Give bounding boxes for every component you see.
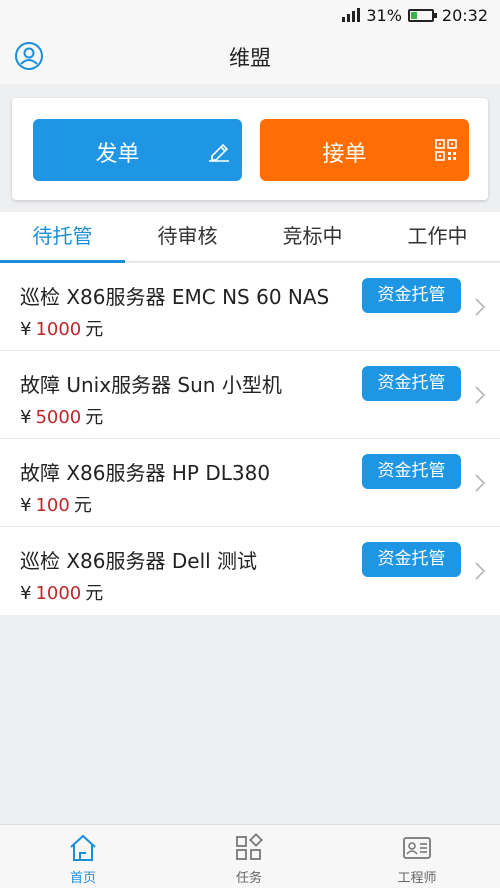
nav-tasks[interactable]: 任务 bbox=[166, 825, 332, 888]
take-order-label: 接单 bbox=[322, 142, 367, 167]
price-unit: 元 bbox=[85, 319, 104, 340]
nav-label: 首页 bbox=[69, 871, 96, 886]
app-header: 维盟 bbox=[0, 30, 500, 84]
order-price: ¥5000 元 bbox=[20, 403, 103, 429]
currency-symbol: ¥ bbox=[20, 319, 32, 340]
escrow-button[interactable]: 资金托管 bbox=[362, 366, 461, 401]
status-indicators: 31% 20:32 bbox=[342, 5, 488, 25]
post-order-label: 发单 bbox=[95, 142, 140, 167]
pencil-icon bbox=[209, 143, 229, 162]
order-title: 巡检 X86服务器 EMC NS 60 NAS bbox=[20, 285, 330, 309]
order-item[interactable]: 巡检 X86服务器 Dell 测试 ¥1000 元 资金托管 bbox=[0, 527, 500, 615]
order-price: ¥100 元 bbox=[20, 491, 92, 517]
tab-label: 待审核 bbox=[157, 224, 218, 248]
signal-icon bbox=[342, 8, 361, 22]
price-unit: 元 bbox=[73, 495, 92, 516]
tasks-icon bbox=[236, 833, 263, 860]
battery-icon bbox=[407, 8, 437, 22]
chevron-right-icon bbox=[475, 298, 486, 316]
tab-label: 工作中 bbox=[407, 224, 468, 248]
order-item[interactable]: 巡检 X86服务器 EMC NS 60 NAS ¥1000 元 资金托管 bbox=[0, 263, 500, 351]
action-card: 发单 接单 bbox=[12, 98, 488, 200]
order-status-tabs: 待托管 待审核 竞标中 工作中 bbox=[0, 212, 500, 263]
scan-icon bbox=[435, 139, 457, 161]
tab-bidding[interactable]: 竞标中 bbox=[250, 212, 375, 262]
order-price: ¥1000 元 bbox=[20, 315, 103, 341]
order-title: 故障 Unix服务器 Sun 小型机 bbox=[20, 373, 282, 397]
chevron-right-icon bbox=[475, 562, 486, 580]
order-title: 故障 X86服务器 HP DL380 bbox=[20, 461, 271, 485]
battery-percent: 31% bbox=[366, 5, 402, 25]
escrow-button[interactable]: 资金托管 bbox=[362, 454, 461, 489]
nav-engineer[interactable]: 工程师 bbox=[334, 825, 500, 888]
escrow-button[interactable]: 资金托管 bbox=[362, 542, 461, 577]
engineer-card-icon bbox=[403, 837, 431, 859]
order-title: 巡检 X86服务器 Dell 测试 bbox=[20, 549, 258, 573]
chevron-right-icon bbox=[475, 386, 486, 404]
tab-pending-escrow[interactable]: 待托管 bbox=[0, 212, 125, 263]
price-amount: 1000 bbox=[35, 319, 82, 340]
currency-symbol: ¥ bbox=[20, 407, 32, 428]
page-title: 维盟 bbox=[229, 46, 271, 70]
price-amount: 100 bbox=[35, 495, 70, 516]
nav-home[interactable]: 首页 bbox=[0, 825, 166, 888]
nav-label: 工程师 bbox=[397, 871, 437, 886]
chevron-right-icon bbox=[475, 474, 486, 492]
tab-label: 待托管 bbox=[32, 224, 93, 248]
escrow-button[interactable]: 资金托管 bbox=[362, 278, 461, 313]
home-icon bbox=[70, 834, 96, 861]
currency-symbol: ¥ bbox=[20, 583, 32, 604]
order-list: 巡检 X86服务器 EMC NS 60 NAS ¥1000 元 资金托管 故障 U… bbox=[0, 263, 500, 615]
post-order-button[interactable]: 发单 bbox=[33, 119, 242, 181]
nav-label: 任务 bbox=[235, 871, 262, 886]
tab-pending-review[interactable]: 待审核 bbox=[125, 212, 250, 262]
clock: 20:32 bbox=[441, 5, 488, 25]
status-bar: 31% 20:32 bbox=[0, 0, 500, 30]
price-unit: 元 bbox=[85, 583, 104, 604]
bottom-nav: 首页 任务 工程师 bbox=[0, 824, 500, 888]
currency-symbol: ¥ bbox=[20, 495, 32, 516]
price-amount: 1000 bbox=[35, 583, 82, 604]
price-amount: 5000 bbox=[35, 407, 82, 428]
order-price: ¥1000 元 bbox=[20, 579, 103, 605]
price-unit: 元 bbox=[85, 407, 104, 428]
tab-label: 竞标中 bbox=[282, 224, 343, 248]
order-item[interactable]: 故障 X86服务器 HP DL380 ¥100 元 资金托管 bbox=[0, 439, 500, 527]
take-order-button[interactable]: 接单 bbox=[260, 119, 469, 181]
tab-in-progress[interactable]: 工作中 bbox=[375, 212, 500, 262]
order-item[interactable]: 故障 Unix服务器 Sun 小型机 ¥5000 元 资金托管 bbox=[0, 351, 500, 439]
